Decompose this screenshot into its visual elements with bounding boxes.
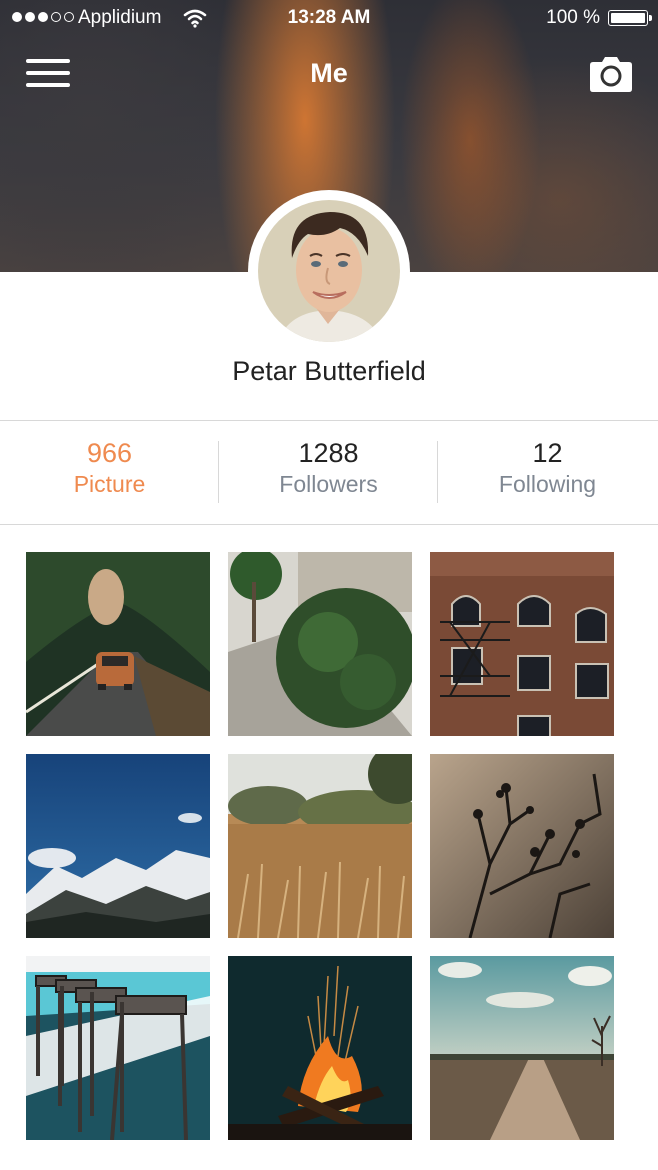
- photo-campfire[interactable]: [228, 956, 412, 1140]
- photo-silhouette-plants[interactable]: [430, 754, 614, 938]
- photo-metal-stools[interactable]: [26, 956, 210, 1140]
- camera-icon[interactable]: [588, 54, 634, 94]
- stat-pictures[interactable]: 966 Picture: [0, 436, 219, 498]
- divider: [0, 420, 658, 421]
- stat-pictures-count: 966: [86, 438, 133, 468]
- avatar[interactable]: [258, 200, 400, 342]
- photo-forest-road-car[interactable]: [26, 552, 210, 736]
- battery-icon: [608, 10, 652, 26]
- stat-followers-count: 1288: [298, 438, 359, 468]
- profile-name: Petar Butterfield: [232, 356, 426, 386]
- divider: [0, 524, 658, 525]
- stat-following-count: 12: [532, 438, 563, 468]
- battery-percentage: 100 %: [546, 7, 600, 28]
- stat-following-label: Following: [498, 471, 597, 497]
- stat-pictures-label: Picture: [73, 471, 146, 497]
- photo-brick-building[interactable]: [430, 552, 614, 736]
- photo-dry-grass-field[interactable]: [228, 754, 412, 938]
- status-bar: Applidium 13:28 AM 100 %: [0, 0, 658, 36]
- photo-street-bush[interactable]: [228, 552, 412, 736]
- stat-followers[interactable]: 1288 Followers: [219, 436, 438, 498]
- page-title: Me: [310, 58, 348, 88]
- stat-following[interactable]: 12 Following: [438, 436, 657, 498]
- photo-country-road[interactable]: [430, 956, 614, 1140]
- photo-snowy-mountains[interactable]: [26, 754, 210, 938]
- stat-followers-label: Followers: [279, 471, 378, 497]
